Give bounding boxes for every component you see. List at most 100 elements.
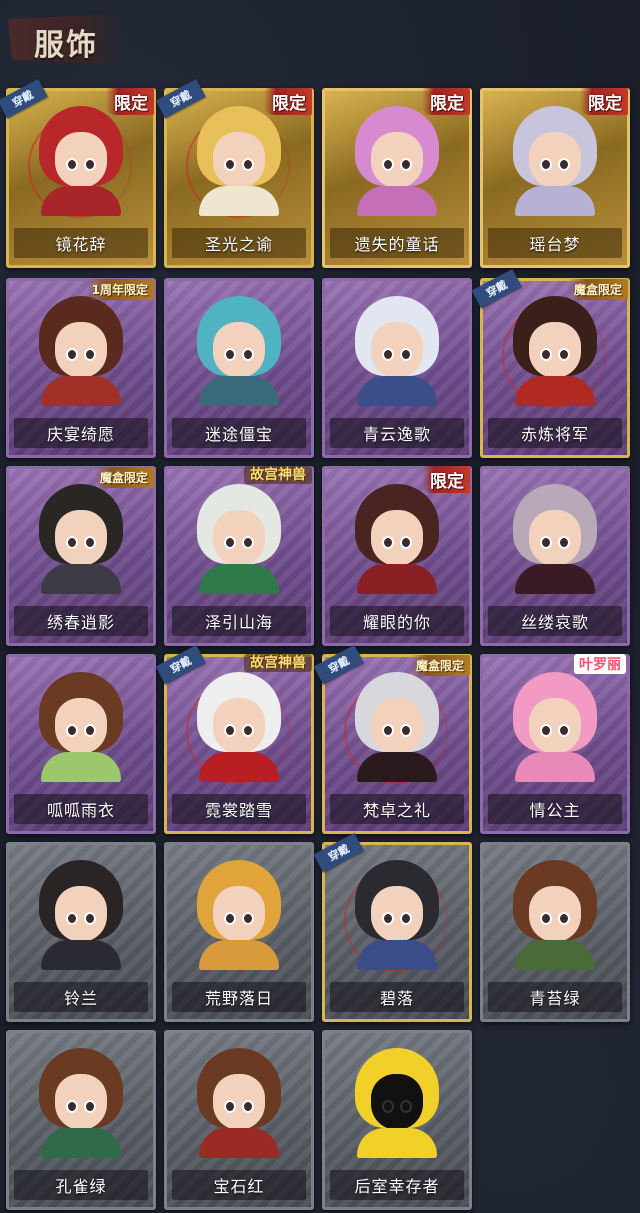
limited-badge: 魔盒限定 xyxy=(409,655,470,676)
portrait-eye xyxy=(558,158,570,171)
portrait-face xyxy=(55,132,107,188)
costume-name: 青苔绿 xyxy=(529,989,581,1008)
costume-card[interactable]: 青苔绿 xyxy=(480,842,630,1022)
limited-badge: 叶罗丽 xyxy=(574,654,626,674)
character-portrait xyxy=(349,484,445,594)
limited-badge: 魔盒限定 xyxy=(93,467,154,488)
portrait-face xyxy=(213,322,265,378)
portrait-outfit xyxy=(41,186,121,216)
portrait-eye xyxy=(224,1100,236,1113)
limited-badge: 故宫神兽 xyxy=(244,654,312,672)
portrait-eye xyxy=(382,536,394,549)
portrait-eye xyxy=(400,158,412,171)
character-portrait xyxy=(191,296,287,406)
portrait-face xyxy=(213,886,265,942)
portrait-face xyxy=(529,322,581,378)
portrait-face xyxy=(213,1074,265,1130)
costume-card[interactable]: 碧落 穿戴 xyxy=(313,832,472,1022)
portrait-eye xyxy=(66,1100,78,1113)
costume-card[interactable]: 铃兰 xyxy=(6,842,156,1022)
portrait-eye xyxy=(400,912,412,925)
character-portrait xyxy=(33,484,129,594)
portrait-eye xyxy=(224,536,236,549)
portrait-eye xyxy=(382,724,394,737)
costume-card[interactable]: 镜花辞 限定 穿戴 xyxy=(0,78,156,268)
portrait-eye xyxy=(400,724,412,737)
portrait-outfit xyxy=(515,186,595,216)
portrait-eye xyxy=(66,348,78,361)
costume-name: 碧落 xyxy=(379,989,414,1008)
costume-card[interactable]: 孔雀绿 xyxy=(6,1030,156,1210)
portrait-outfit xyxy=(199,186,279,216)
character-portrait xyxy=(507,860,603,970)
portrait-eye xyxy=(540,158,552,171)
costume-name: 遗失的童话 xyxy=(354,235,440,254)
costume-name: 后室幸存者 xyxy=(354,1177,440,1196)
card-name-bar: 庆宴绮愿 xyxy=(14,418,148,448)
portrait-outfit xyxy=(357,1128,437,1158)
portrait-face xyxy=(55,886,107,942)
portrait-face xyxy=(213,510,265,566)
card-name-bar: 孔雀绿 xyxy=(14,1170,148,1200)
portrait-eye xyxy=(382,348,394,361)
portrait-outfit xyxy=(515,564,595,594)
portrait-eye xyxy=(540,536,552,549)
costume-name: 瑶台梦 xyxy=(529,235,581,254)
card-name-bar: 泽引山海 xyxy=(172,606,306,636)
portrait-face xyxy=(55,1074,107,1130)
card-name-bar: 耀眼的你 xyxy=(330,606,464,636)
costume-card[interactable]: 庆宴绮愿 1周年限定 xyxy=(6,278,156,458)
character-portrait xyxy=(33,672,129,782)
portrait-face xyxy=(529,132,581,188)
costume-card[interactable]: 荒野落日 xyxy=(164,842,314,1022)
card-name-bar: 青云逸歌 xyxy=(330,418,464,448)
costume-name: 梵卓之礼 xyxy=(362,801,431,820)
card-name-bar: 圣光之谕 xyxy=(172,228,306,258)
portrait-face xyxy=(371,1074,423,1130)
portrait-outfit xyxy=(199,1128,279,1158)
character-portrait xyxy=(507,106,603,216)
costume-name: 宝石红 xyxy=(213,1177,265,1196)
costume-card[interactable]: 青云逸歌 xyxy=(322,278,472,458)
character-portrait xyxy=(33,860,129,970)
card-name-bar: 荒野落日 xyxy=(172,982,306,1012)
card-name-bar: 后室幸存者 xyxy=(330,1170,464,1200)
character-portrait xyxy=(191,106,287,216)
costume-card[interactable]: 丝缕哀歌 xyxy=(480,466,630,646)
character-portrait xyxy=(191,484,287,594)
portrait-face xyxy=(371,886,423,942)
costume-card[interactable]: 情公主 叶罗丽 xyxy=(480,654,630,834)
costume-card[interactable]: 宝石红 xyxy=(164,1030,314,1210)
costume-card[interactable]: 耀眼的你 限定 xyxy=(322,466,472,646)
portrait-eye xyxy=(558,724,570,737)
costume-card[interactable]: 梵卓之礼 魔盒限定 穿戴 xyxy=(313,644,472,834)
costume-card[interactable]: 绣春逍影 魔盒限定 xyxy=(6,466,156,646)
costume-card[interactable]: 霓裳踏雪 故宫神兽 穿戴 xyxy=(155,644,314,834)
card-name-bar: 情公主 xyxy=(488,794,622,824)
costume-card[interactable]: 瑶台梦 限定 xyxy=(480,88,630,268)
card-name-bar: 赤炼将军 xyxy=(488,418,622,448)
costume-card[interactable]: 泽引山海 故宫神兽 xyxy=(164,466,314,646)
portrait-eye xyxy=(242,536,254,549)
portrait-outfit xyxy=(41,376,121,406)
character-portrait xyxy=(33,296,129,406)
limited-badge: 限定 xyxy=(422,466,470,493)
portrait-face xyxy=(371,132,423,188)
portrait-eye xyxy=(382,158,394,171)
costume-card[interactable]: 赤炼将军 魔盒限定 穿戴 xyxy=(471,268,630,458)
costume-card[interactable]: 呱呱雨衣 xyxy=(6,654,156,834)
portrait-face xyxy=(371,510,423,566)
costume-name: 丝缕哀歌 xyxy=(520,613,589,632)
costume-card[interactable]: 迷途僵宝 xyxy=(164,278,314,458)
portrait-face xyxy=(529,510,581,566)
character-portrait xyxy=(349,672,445,782)
portrait-eye xyxy=(66,912,78,925)
costume-card[interactable]: 后室幸存者 xyxy=(322,1030,472,1210)
card-name-bar: 迷途僵宝 xyxy=(172,418,306,448)
costume-card[interactable]: 圣光之谕 限定 穿戴 xyxy=(155,78,314,268)
page-title: 服饰 xyxy=(34,28,98,63)
card-name-bar: 瑶台梦 xyxy=(488,228,622,258)
character-portrait xyxy=(349,1048,445,1158)
costume-card[interactable]: 遗失的童话 限定 xyxy=(322,88,472,268)
portrait-eye xyxy=(84,158,96,171)
